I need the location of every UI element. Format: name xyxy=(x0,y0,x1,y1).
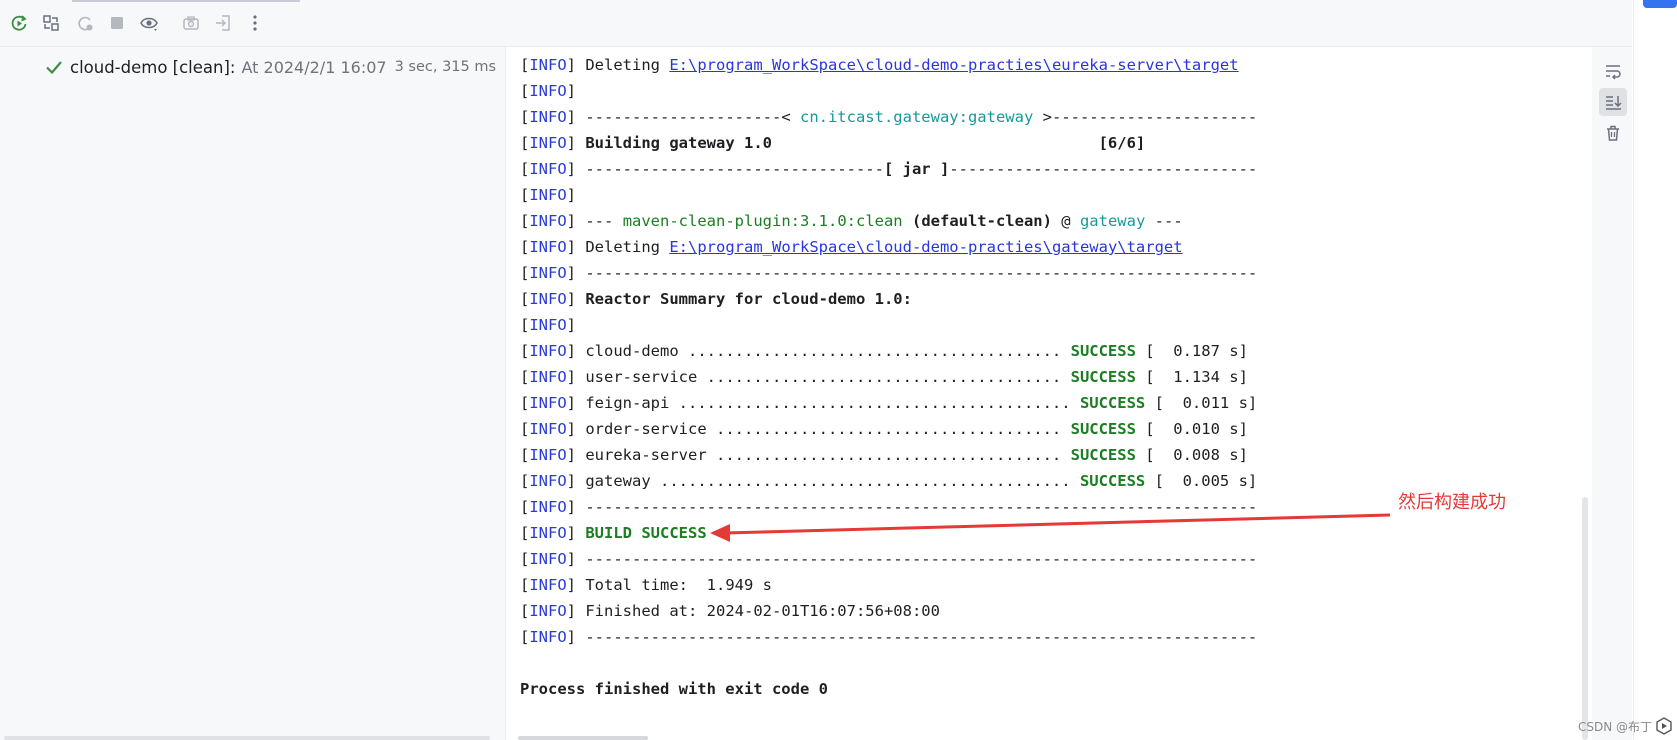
console-line: [INFO] ---------------------< cn.itcast.… xyxy=(520,108,1258,126)
soft-wrap-icon[interactable] xyxy=(1599,57,1627,85)
rerun-icon[interactable] xyxy=(6,10,32,36)
reactor-summary-row: [INFO] cloud-demo ......................… xyxy=(520,342,1248,360)
target-path-link[interactable]: E:\program_WorkSpace\cloud-demo-practies… xyxy=(669,56,1238,74)
console-line: [INFO] Reactor Summary for cloud-demo 1.… xyxy=(520,290,912,308)
screenshot-icon[interactable] xyxy=(178,10,204,36)
console-line: [INFO] Deleting E:\program_WorkSpace\clo… xyxy=(520,238,1183,256)
target-path-link[interactable]: E:\program_WorkSpace\cloud-demo-practies… xyxy=(669,238,1182,256)
rerun-failed-icon[interactable] xyxy=(38,10,64,36)
console-side-toolbar xyxy=(1592,47,1632,740)
tab-indicator xyxy=(72,0,300,2)
show-icon[interactable] xyxy=(136,10,162,36)
attach-icon[interactable] xyxy=(210,10,236,36)
reactor-summary-row: [INFO] eureka-server ...................… xyxy=(520,446,1248,464)
toggle-offline-icon[interactable] xyxy=(72,10,98,36)
console-line: [INFO] --- maven-clean-plugin:3.1.0:clea… xyxy=(520,212,1183,230)
process-exit-line: Process finished with exit code 0 xyxy=(520,680,828,698)
console-line: [INFO] Deleting E:\program_WorkSpace\clo… xyxy=(520,56,1239,74)
run-timestamp: At 2024/2/1 16:07 xyxy=(241,57,387,77)
console-line: [INFO] xyxy=(520,82,577,100)
console-line: [INFO] ---------------------------------… xyxy=(520,550,1258,568)
console-line: [INFO] Finished at: 2024-02-01T16:07:56+… xyxy=(520,602,940,620)
reactor-summary-row: [INFO] order-service ...................… xyxy=(520,420,1248,438)
reactor-summary-row: [INFO] user-service ....................… xyxy=(520,368,1248,386)
clear-trash-icon[interactable] xyxy=(1599,119,1627,147)
run-toolbar xyxy=(0,0,1632,47)
console-horizontal-scrollbar[interactable] xyxy=(518,736,648,740)
console-vertical-scrollbar-thumb[interactable] xyxy=(1582,497,1588,740)
run-name: cloud-demo [clean]: xyxy=(70,57,236,77)
success-check-icon xyxy=(46,61,62,75)
console-line: [INFO] Total time: 1.949 s xyxy=(520,576,772,594)
more-icon[interactable] xyxy=(242,10,268,36)
csdn-watermark: CSDN @布丁 xyxy=(1578,716,1674,736)
run-duration: 3 sec, 315 ms xyxy=(394,59,497,75)
run-tree-item[interactable]: cloud-demo [clean]: At 2024/2/1 16:07 3 … xyxy=(44,55,496,79)
tree-horizontal-scrollbar[interactable] xyxy=(4,736,490,740)
annotation-arrow xyxy=(710,513,1391,542)
reactor-summary-row: [INFO] gateway .........................… xyxy=(520,472,1258,490)
play-logo-icon xyxy=(1656,717,1672,735)
console-line: [INFO] --------------------------------[… xyxy=(520,160,1258,178)
annotation-text: 然后构建成功 xyxy=(1398,492,1506,513)
console-line: [INFO] BUILD SUCCESS xyxy=(520,524,707,542)
console-line: [INFO] Building gateway 1.0 [6/6] xyxy=(520,134,1146,152)
console-line: [INFO] xyxy=(520,316,577,334)
scroll-to-end-icon[interactable] xyxy=(1599,88,1627,116)
console-line: [INFO] ---------------------------------… xyxy=(520,264,1258,282)
console-output: [INFO] Deleting E:\program_WorkSpace\clo… xyxy=(506,47,1592,740)
right-gutter xyxy=(1633,0,1677,740)
console-line: [INFO] xyxy=(520,186,577,204)
run-tree-panel: cloud-demo [clean]: At 2024/2/1 16:07 3 … xyxy=(0,47,506,740)
reactor-summary-row: [INFO] feign-api .......................… xyxy=(520,394,1258,412)
build-success-text: BUILD SUCCESS xyxy=(585,524,707,542)
console-line: [INFO] ---------------------------------… xyxy=(520,628,1258,646)
notification-badge[interactable] xyxy=(1643,0,1677,8)
stop-icon[interactable] xyxy=(104,10,130,36)
